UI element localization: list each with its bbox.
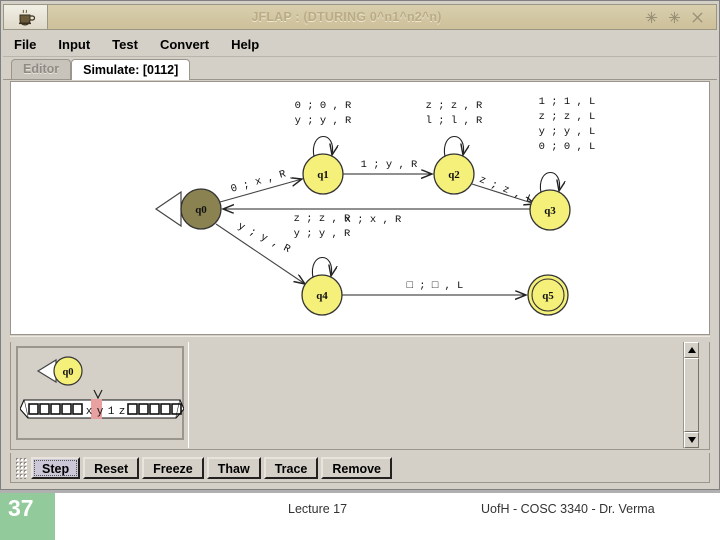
jflap-window: JFLAP : (DTURING 0^n1^n2^n) File Input T… (0, 0, 720, 490)
freeze-button[interactable]: Freeze (142, 456, 204, 479)
label-q4-q5: □ ; □ , L (407, 280, 464, 292)
tab-strip: Editor Simulate: [0112] (3, 58, 717, 80)
trace-button[interactable]: Trace (263, 456, 319, 479)
reset-button[interactable]: Reset (83, 456, 140, 479)
scroll-down-button[interactable] (684, 432, 699, 448)
tape-cell: x (86, 406, 93, 418)
automaton-canvas[interactable]: q0 q1 q2 q3 q4 q5 0 ; x , R y ; y , R 0 … (10, 81, 710, 335)
label-loop-q3-line2: z ; z , L (539, 111, 596, 123)
label-q2-q3: z ; z , L (477, 174, 534, 206)
state-q1[interactable]: q1 (302, 153, 344, 195)
lecture-label: Lecture 17 (288, 502, 348, 516)
state-q2[interactable]: q2 (433, 153, 475, 195)
maximize-icon[interactable] (668, 11, 681, 24)
state-q0[interactable]: q0 (180, 188, 222, 230)
app-icon-box (3, 4, 47, 30)
menu-item-file[interactable]: File (3, 35, 47, 54)
label-loop-q3-line1: 1 ; 1 , L (539, 96, 596, 108)
state-label-q0: q0 (195, 204, 207, 216)
state-label-q5: q5 (542, 290, 554, 302)
label-q3-q0: x ; x , R (345, 214, 402, 226)
menu-bar: File Input Test Convert Help (3, 33, 717, 57)
state-label-q4: q4 (316, 290, 328, 302)
tab-simulate[interactable]: Simulate: [0112] (71, 59, 191, 80)
slide-footer: 37 Lecture 17 UofH - COSC 3340 - Dr. Ver… (0, 490, 720, 540)
state-q4[interactable]: q4 (301, 274, 343, 316)
toolbar-drag-handle[interactable] (15, 456, 27, 479)
title-bar: JFLAP : (DTURING 0^n1^n2^n) (3, 3, 717, 31)
configuration-area[interactable]: q0 xy1z (11, 342, 683, 448)
menu-item-test[interactable]: Test (101, 35, 149, 54)
course-label: UofH - COSC 3340 - Dr. Verma (481, 502, 655, 516)
title-bar-gradient: JFLAP : (DTURING 0^n1^n2^n) (47, 4, 717, 30)
configuration-state: q0 (36, 356, 83, 386)
tab-editor[interactable]: Editor (11, 59, 72, 79)
coffee-cup-icon (18, 9, 35, 26)
menu-item-help[interactable]: Help (220, 35, 270, 54)
self-loops (311, 136, 559, 279)
config-state-label: q0 (62, 367, 73, 378)
thaw-button[interactable]: Thaw (206, 456, 261, 479)
scroll-down-arrow-icon (687, 437, 696, 443)
simulation-toolbar: Step Reset Freeze Thaw Trace Remove (10, 453, 710, 483)
state-label-q3: q3 (544, 205, 556, 217)
configuration-separator (188, 342, 189, 448)
start-arrow-icon (154, 190, 182, 228)
tape-head-caret-icon (93, 389, 103, 400)
tape-display: xy1z (20, 389, 184, 419)
label-loop-q2-line2: l ; l , R (426, 115, 483, 127)
label-loop-q1-line1: 0 ; 0 , R (295, 100, 352, 112)
label-loop-q4-line1: z ; z , R (294, 213, 351, 225)
minimize-icon[interactable] (645, 11, 658, 24)
scroll-up-arrow-icon (687, 347, 696, 353)
configuration-card[interactable]: q0 xy1z (16, 346, 184, 440)
label-q0-q4: y ; y , R (236, 220, 293, 256)
label-loop-q3-line4: 0 ; 0 , L (539, 141, 596, 153)
menu-item-input[interactable]: Input (47, 35, 101, 54)
states: q0 q1 q2 q3 q4 q5 (180, 153, 571, 316)
slide-number: 37 (0, 493, 55, 540)
window-title: JFLAP : (DTURING 0^n1^n2^n) (251, 10, 442, 24)
remove-button[interactable]: Remove (321, 456, 393, 479)
label-loop-q1-line2: y ; y , R (295, 115, 352, 127)
scrollbar-thumb[interactable] (684, 358, 699, 432)
footer-divider (0, 490, 720, 493)
tape-cell: z (119, 406, 126, 418)
window-controls (645, 11, 716, 24)
configuration-scrollbar[interactable] (683, 342, 699, 448)
label-q1-q2: 1 ; y , R (361, 159, 418, 171)
tape-cell: y (97, 406, 104, 418)
state-q3[interactable]: q3 (529, 189, 571, 231)
state-q5[interactable]: q5 (527, 274, 569, 316)
label-loop-q2-line1: z ; z , R (426, 100, 483, 112)
label-loop-q4-line2: y ; y , R (294, 228, 351, 240)
state-label-q1: q1 (317, 169, 329, 181)
config-start-arrow-icon (36, 358, 57, 384)
tape-cell: 1 (108, 406, 115, 418)
label-loop-q3-line3: y ; y , L (539, 126, 596, 138)
state-label-q2: q2 (448, 169, 460, 181)
step-button[interactable]: Step (31, 456, 81, 479)
menu-item-convert[interactable]: Convert (149, 35, 220, 54)
automaton-graph: q0 q1 q2 q3 q4 q5 0 ; x , R y ; y , R 0 … (154, 96, 596, 316)
simulation-panel: q0 xy1z (10, 342, 710, 450)
scroll-up-button[interactable] (684, 342, 699, 358)
close-icon[interactable] (691, 11, 704, 24)
